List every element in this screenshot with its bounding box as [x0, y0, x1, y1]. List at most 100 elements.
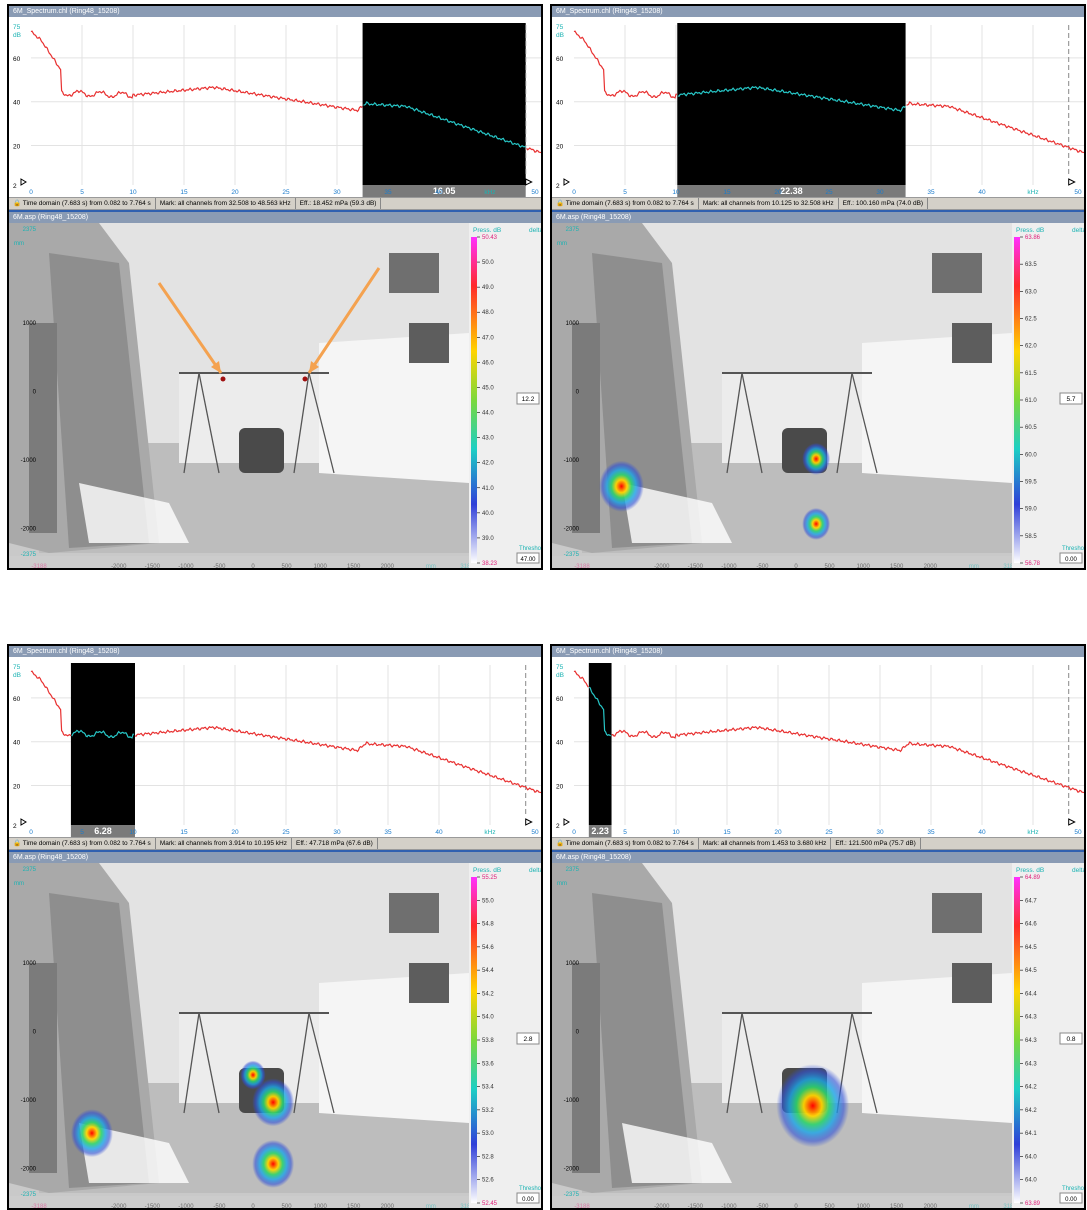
spectrum-window-title[interactable]: 6M_Spectrum.chl (Ring48_15208): [552, 6, 1084, 17]
acoustic-map-svg[interactable]: 237510000-1000-2000-2375mm-3188-2000-150…: [552, 863, 1084, 1210]
y-tick-label: 40: [13, 100, 21, 107]
legend-label: 41.0: [482, 486, 494, 492]
legend-label: 39.0: [482, 536, 494, 542]
x-tick-label: 50: [531, 189, 539, 196]
map-y-tick: -2000: [21, 1166, 37, 1172]
spectrum-line: [526, 147, 541, 154]
legend-label: 64.7: [1025, 898, 1037, 904]
spectrum-chart[interactable]: 6.28 75 dB 60 40 20 2 0 5 10 15 20 25 30 35 40 kHz 50: [9, 657, 541, 837]
legend-label: 64.3: [1025, 1015, 1037, 1021]
acoustic-map-title[interactable]: 6M.asp (Ring48_15208): [552, 212, 1084, 223]
spectrum-svg[interactable]: 2.2375dB60402020 5 10 15 20 25 30 35 40 kHz 50: [552, 657, 1084, 837]
acoustic-map-svg[interactable]: 237510000-1000-2000-2375mm-3188-2000-150…: [9, 863, 541, 1210]
y-axis-unit: dB: [556, 32, 564, 39]
sound-source-blob: [240, 1060, 266, 1090]
legend-label: 53.8: [482, 1038, 494, 1044]
status-field: 🔒 Time domain (7.683 s) from 0.082 to 7.…: [552, 198, 699, 209]
acoustic-map-svg[interactable]: 237510000-1000-2000-2375mm-3188-2000-150…: [552, 223, 1084, 570]
acoustic-map-title[interactable]: 6M.asp (Ring48_15208): [9, 852, 541, 863]
spectrum-chart[interactable]: 22.38 75 dB 60 40 20 2 0 5 10 15 20 25 30 35 40 kHz 50: [552, 17, 1084, 197]
legend-label: 64.89: [1025, 875, 1041, 881]
x-tick-label: 35: [384, 829, 392, 836]
legend-label: 53.4: [482, 1085, 494, 1091]
spectrum-window-title[interactable]: 6M_Spectrum.chl (Ring48_15208): [552, 646, 1084, 657]
person: [29, 963, 57, 1173]
y-axis-unit: dB: [13, 672, 21, 679]
legend-label: 63.5: [1025, 262, 1037, 268]
legend-delta-label: delta: [1072, 867, 1084, 874]
sound-source-blob: [802, 442, 831, 475]
x-tick-label: 15: [180, 189, 188, 196]
x-tick-label: 30: [333, 829, 341, 836]
y-tick-label: 60: [556, 56, 564, 63]
legend-label: 64.0: [1025, 1178, 1037, 1184]
selected-band: [677, 23, 906, 185]
spectrum-svg[interactable]: 16.0575dB60402020 5 10 15 20 25 30 35 40 kHz 50: [9, 17, 541, 197]
acoustic-map[interactable]: 237510000-1000-2000-2375mm-3188-2000-150…: [9, 863, 541, 1210]
spectrum-chart[interactable]: 16.05 75 dB 60 40 20 2 0 5 10 15 20 25 30 35 40 kHz 50: [9, 17, 541, 197]
spectrum-panel-4: 6M_Spectrum.chl (Ring48_15208) 2.23 75 dB 6…: [550, 644, 1086, 1210]
acoustic-map[interactable]: 237510000-1000-2000-2375mm-3188-2000-150…: [552, 223, 1084, 570]
y-tick-label: 20: [556, 784, 564, 791]
y-tick-label: 75: [556, 664, 564, 671]
y-tick-label: 75: [13, 664, 21, 671]
sound-source-blob: [252, 1139, 295, 1188]
y-tick-label: 75: [13, 24, 21, 31]
x-axis-strip: [9, 1196, 469, 1208]
legend-label: 52.8: [482, 1154, 494, 1160]
threshold-value: 0.00: [1065, 557, 1077, 563]
legend-label: 52.45: [482, 1201, 498, 1207]
x-tick-label: 15: [723, 829, 731, 836]
x-tick-label: 5: [623, 189, 627, 196]
cursor-left-icon: [20, 178, 27, 186]
threshold-label: Threshold: [519, 546, 541, 552]
legend-title: Press. dB: [473, 867, 501, 874]
acoustic-map-title[interactable]: 6M.asp (Ring48_15208): [552, 852, 1084, 863]
legend-label: 54.2: [482, 991, 494, 997]
legend-label: 64.2: [1025, 1108, 1037, 1114]
x-tick-label: 10: [672, 189, 680, 196]
status-field: 🔒 Time domain (7.683 s) from 0.082 to 7.…: [9, 198, 156, 209]
spectrum-window-title[interactable]: 6M_Spectrum.chl (Ring48_15208): [9, 646, 541, 657]
y-tick-label: 40: [556, 100, 564, 107]
threshold-label: Threshold: [1062, 1186, 1084, 1192]
acoustic-map[interactable]: 237510000-1000-2000-2375mm-3188-2000-150…: [552, 863, 1084, 1210]
y-tick-label: 2: [13, 183, 17, 190]
spectrum-panel-2: 6M_Spectrum.chl (Ring48_15208) 22.38 75 dB…: [550, 4, 1086, 570]
y-tick-label: 20: [13, 144, 21, 151]
x-tick-label: 35: [384, 189, 392, 196]
legend-label: 50.43: [482, 235, 498, 241]
y-tick-label: 20: [556, 144, 564, 151]
x-tick-label: 40: [435, 189, 443, 196]
band-width-label: 22.38: [780, 186, 803, 196]
y-tick-label: 75: [556, 24, 564, 31]
spectrum-chart[interactable]: 2.23 75 dB 60 40 20 2 0 5 10 15 20 25 30 35 40 kHz 50: [552, 657, 1084, 837]
map-y-tick: -2000: [564, 526, 580, 532]
map-y-tick: -1000: [564, 1098, 580, 1104]
spectrum-svg[interactable]: 6.2875dB60402020 5 10 15 20 25 30 35 40 kHz 50: [9, 657, 541, 837]
shelf: [409, 963, 449, 1003]
spectrum-svg[interactable]: 22.3875dB60402020 5 10 15 20 25 30 35 40 kHz 50: [552, 17, 1084, 197]
cabinet: [389, 893, 439, 933]
acoustic-map-title[interactable]: 6M.asp (Ring48_15208): [9, 212, 541, 223]
legend-label: 61.0: [1025, 398, 1037, 404]
y-tick-label: 40: [556, 740, 564, 747]
x-tick-label: 50: [1074, 829, 1082, 836]
legend-title: Press. dB: [1016, 227, 1044, 234]
color-scale: [1014, 237, 1020, 563]
legend-label: 53.2: [482, 1108, 494, 1114]
cabinet: [932, 253, 982, 293]
spectrum-status-bar: 🔒 Time domain (7.683 s) from 0.082 to 7.…: [9, 197, 541, 210]
status-field: Mark: all channels from 1.453 to 3.680 k…: [699, 838, 832, 849]
threshold-value: 0.00: [522, 1197, 534, 1203]
legend-label: 61.5: [1025, 371, 1037, 377]
x-tick-label: 50: [531, 829, 539, 836]
legend-label: 45.0: [482, 385, 494, 391]
person: [572, 963, 600, 1173]
spectrum-window-title[interactable]: 6M_Spectrum.chl (Ring48_15208): [9, 6, 541, 17]
acoustic-map[interactable]: 237510000-1000-2000-2375mm-3188-2000-150…: [9, 223, 541, 570]
acoustic-map-svg[interactable]: 237510000-1000-2000-2375mm-3188-2000-150…: [9, 223, 541, 570]
legend-label: 44.0: [482, 411, 494, 417]
x-axis-strip: [552, 556, 1012, 568]
x-axis-strip: [552, 1196, 1012, 1208]
